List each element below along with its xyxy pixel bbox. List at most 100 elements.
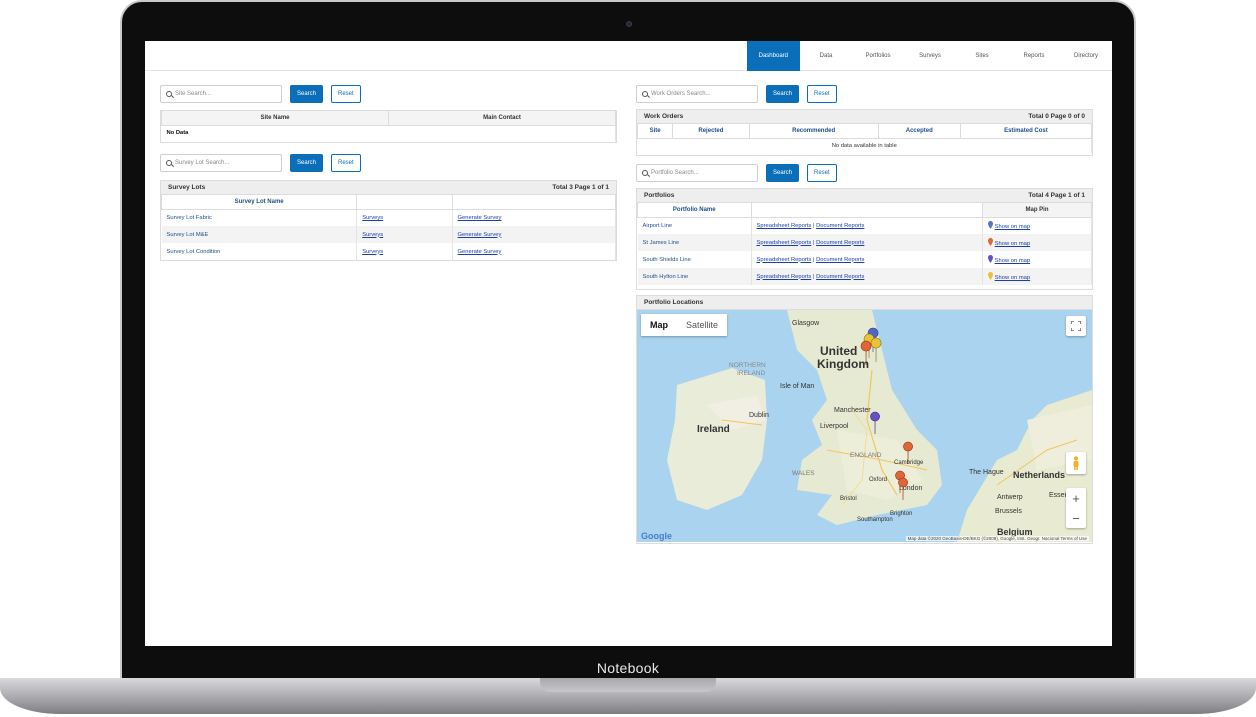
portfolio-name: Airport Line bbox=[637, 217, 752, 234]
map-attribution[interactable]: Map data ©2020 GeoBasis-DE/BKG (©2009), … bbox=[905, 536, 1089, 541]
nav-portfolios[interactable]: Portfolios bbox=[852, 41, 904, 71]
document-reports-link[interactable]: Document Reports bbox=[816, 257, 864, 263]
column-site-name[interactable]: Site Name bbox=[161, 111, 389, 126]
surveys-link[interactable]: Surveys bbox=[362, 215, 383, 221]
nav-surveys[interactable]: Surveys bbox=[904, 41, 956, 71]
survey-lot-name: Survey Lot Condition bbox=[161, 243, 358, 260]
table-row: St James Line Spreadsheet Reports | Docu… bbox=[637, 234, 1092, 251]
survey-lot-search-button[interactable]: Search bbox=[290, 154, 324, 172]
nav-dashboard[interactable]: Dashboard bbox=[746, 41, 800, 71]
document-reports-link[interactable]: Document Reports bbox=[816, 274, 864, 280]
work-orders-header: Work Orders Total 0 Page 0 of 0 bbox=[637, 110, 1092, 124]
column-portfolio-name[interactable]: Portfolio Name bbox=[637, 203, 752, 218]
portfolios-header: Portfolios Total 4 Page 1 of 1 bbox=[637, 189, 1092, 203]
sites-table: Site Name Main Contact No Data bbox=[161, 111, 616, 141]
portfolio-locations-header: Portfolio Locations bbox=[637, 296, 1092, 310]
generate-survey-link[interactable]: Generate Survey bbox=[458, 215, 502, 221]
survey-lot-search-input[interactable]: Survey Lot Search... bbox=[160, 154, 282, 172]
spreadsheet-reports-link[interactable]: Spreadsheet Reports bbox=[757, 257, 812, 263]
survey-lot-name: Survey Lot Fabric bbox=[161, 209, 358, 226]
map-type-satellite[interactable]: Satellite bbox=[677, 314, 727, 336]
street-view-pegman-icon[interactable] bbox=[1066, 452, 1086, 474]
column-map-pin: Map Pin bbox=[982, 203, 1092, 218]
nav-reports[interactable]: Reports bbox=[1008, 41, 1060, 71]
separator: | bbox=[812, 222, 815, 229]
generate-survey-link[interactable]: Generate Survey bbox=[458, 232, 502, 238]
site-search-row: Site Search... Search Reset bbox=[160, 85, 361, 103]
laptop-notch bbox=[540, 678, 716, 692]
separator: | bbox=[812, 239, 815, 246]
column-site[interactable]: Site bbox=[636, 124, 674, 139]
show-on-map-link[interactable]: Show on map bbox=[995, 224, 1030, 230]
column-main-contact[interactable]: Main Contact bbox=[388, 111, 616, 126]
document-reports-link[interactable]: Document Reports bbox=[816, 240, 864, 246]
zoom-out-button[interactable]: − bbox=[1072, 508, 1080, 528]
top-bar: Dashboard Data Portfolios Surveys Sites … bbox=[145, 41, 1112, 71]
work-orders-table: Site Rejected Recommended Accepted Estim… bbox=[636, 124, 1093, 153]
portfolio-map[interactable]: Glasgow United Kingdom NORTHERN IRELAND … bbox=[637, 310, 1092, 542]
work-orders-search-row: Work Orders Search... Search Reset bbox=[636, 85, 837, 103]
table-row: Survey Lot Condition Surveys Generate Su… bbox=[161, 243, 617, 260]
spreadsheet-reports-link[interactable]: Spreadsheet Reports bbox=[757, 240, 812, 246]
map-type-map[interactable]: Map bbox=[641, 314, 677, 336]
spreadsheet-reports-link[interactable]: Spreadsheet Reports bbox=[757, 274, 812, 280]
map-marker-icon bbox=[860, 340, 872, 366]
table-row: Survey Lot M&E Surveys Generate Survey bbox=[161, 226, 617, 243]
generate-survey-link[interactable]: Generate Survey bbox=[458, 249, 502, 255]
column-survey-lot-name[interactable]: Survey Lot Name bbox=[160, 195, 358, 210]
survey-lots-header: Survey Lots Total 3 Page 1 of 1 bbox=[161, 181, 616, 195]
fullscreen-icon[interactable] bbox=[1066, 316, 1086, 336]
map-pin-icon bbox=[988, 221, 994, 230]
site-reset-button[interactable]: Reset bbox=[331, 85, 361, 103]
survey-lot-search-placeholder: Survey Lot Search... bbox=[175, 160, 230, 166]
spreadsheet-reports-link[interactable]: Spreadsheet Reports bbox=[757, 223, 812, 229]
site-search-button[interactable]: Search bbox=[290, 85, 324, 103]
column-accepted[interactable]: Accepted bbox=[877, 124, 961, 139]
sites-table-panel: Site Name Main Contact No Data bbox=[160, 110, 617, 143]
map-pin-icon bbox=[988, 238, 994, 247]
show-on-map-link[interactable]: Show on map bbox=[995, 241, 1030, 247]
site-search-placeholder: Site Search... bbox=[175, 91, 212, 97]
show-on-map-link[interactable]: Show on map bbox=[995, 258, 1030, 264]
work-orders-search-button[interactable]: Search bbox=[766, 85, 800, 103]
column-reports bbox=[750, 203, 984, 218]
search-icon bbox=[642, 170, 648, 176]
portfolios-summary: Total 4 Page 1 of 1 bbox=[1028, 192, 1085, 199]
column-surveys bbox=[356, 195, 453, 210]
survey-lot-name: Survey Lot M&E bbox=[161, 226, 358, 243]
map-pin-icon bbox=[988, 272, 994, 281]
surveys-link[interactable]: Surveys bbox=[362, 232, 383, 238]
survey-lots-title: Survey Lots bbox=[168, 184, 206, 191]
nav-data[interactable]: Data bbox=[800, 41, 852, 71]
portfolios-table: Portfolio Name Map Pin Airport Line Spre… bbox=[637, 203, 1092, 285]
map-marker-icon bbox=[870, 411, 880, 435]
portfolio-search-placeholder: Portfolio Search... bbox=[651, 170, 699, 176]
column-recommended[interactable]: Recommended bbox=[748, 124, 879, 139]
work-orders-empty-text: No data available in table bbox=[637, 138, 1092, 153]
nav-sites[interactable]: Sites bbox=[956, 41, 1008, 71]
column-rejected[interactable]: Rejected bbox=[672, 124, 750, 139]
work-orders-search-placeholder: Work Orders Search... bbox=[651, 91, 711, 97]
show-on-map-link[interactable]: Show on map bbox=[995, 275, 1030, 281]
main-nav: Dashboard Data Portfolios Surveys Sites … bbox=[746, 41, 1112, 71]
survey-lot-reset-button[interactable]: Reset bbox=[331, 154, 361, 172]
work-orders-search-input[interactable]: Work Orders Search... bbox=[636, 85, 758, 103]
work-orders-reset-button[interactable]: Reset bbox=[807, 85, 837, 103]
table-row: South Hylton Line Spreadsheet Reports | … bbox=[637, 268, 1092, 285]
portfolio-search-button[interactable]: Search bbox=[766, 164, 800, 182]
nav-directory[interactable]: Directory bbox=[1060, 41, 1112, 71]
map-type-control: Map Satellite bbox=[641, 314, 728, 336]
zoom-in-button[interactable]: + bbox=[1072, 488, 1080, 508]
document-reports-link[interactable]: Document Reports bbox=[816, 223, 864, 229]
survey-lots-panel: Survey Lots Total 3 Page 1 of 1 Survey L… bbox=[160, 180, 617, 261]
portfolio-locations-title: Portfolio Locations bbox=[644, 299, 704, 306]
column-estimated-cost[interactable]: Estimated Cost bbox=[959, 124, 1093, 139]
portfolio-search-input[interactable]: Portfolio Search... bbox=[636, 164, 758, 182]
separator: | bbox=[812, 256, 815, 263]
device-label: Notebook bbox=[596, 660, 660, 676]
map-marker-icon bbox=[870, 337, 882, 363]
site-search-input[interactable]: Site Search... bbox=[160, 85, 282, 103]
screen: Dashboard Data Portfolios Surveys Sites … bbox=[145, 41, 1112, 646]
portfolio-reset-button[interactable]: Reset bbox=[807, 164, 837, 182]
surveys-link[interactable]: Surveys bbox=[362, 249, 383, 255]
